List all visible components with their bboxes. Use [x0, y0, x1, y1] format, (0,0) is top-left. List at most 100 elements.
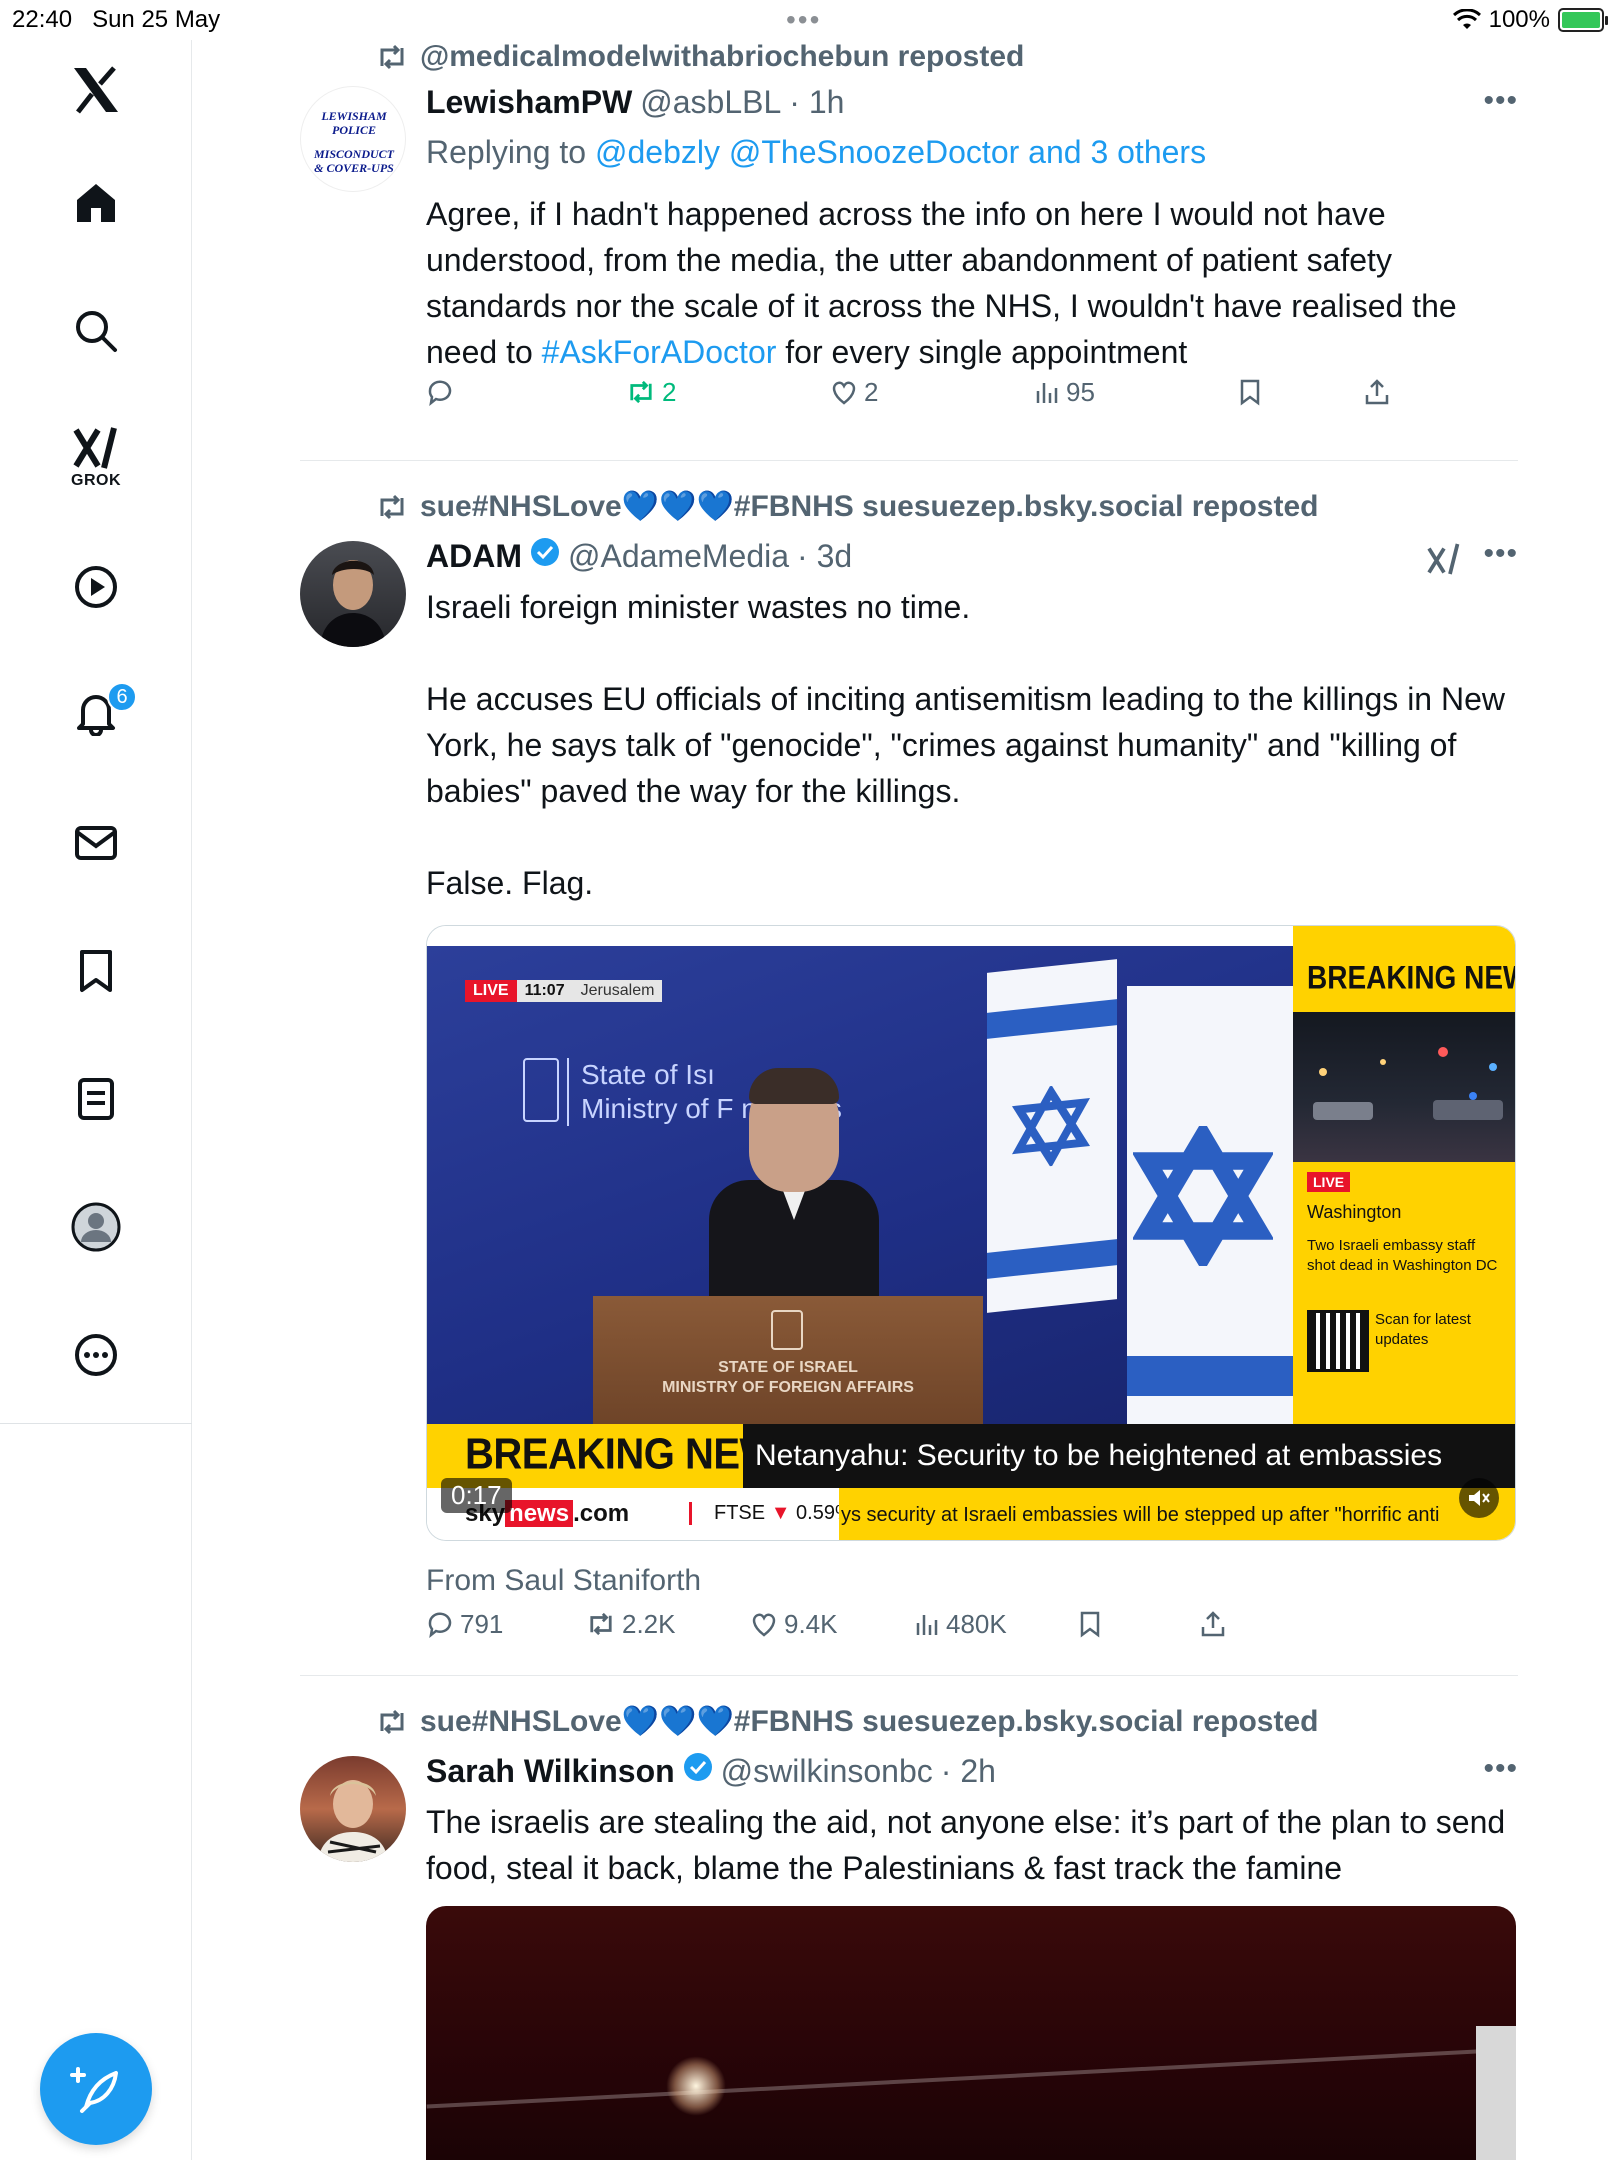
x-logo-icon[interactable]	[70, 64, 122, 116]
tweet-time: · 2h	[940, 1753, 996, 1789]
view-count: 95	[1066, 376, 1095, 407]
reply-button[interactable]	[426, 378, 460, 406]
repost-button[interactable]: 2.2K	[586, 1609, 676, 1640]
compose-button[interactable]	[40, 2033, 152, 2145]
tweet-image[interactable]	[426, 1906, 1516, 2160]
video-source-attribution[interactable]: From Saul Staniforth	[426, 1564, 701, 1598]
live-time: 11:07	[516, 980, 573, 1002]
tweet[interactable]: @medicalmodelwithabriochebun reposted LE…	[300, 40, 1518, 461]
status-time: 22:40 Sun 25 May	[12, 6, 221, 33]
home-icon[interactable]	[73, 180, 119, 226]
video-icon[interactable]	[73, 564, 119, 610]
notification-badge: 6	[107, 682, 137, 712]
views-button[interactable]: 95	[1034, 377, 1095, 408]
heart-icon	[752, 1613, 776, 1637]
share-icon	[1365, 379, 1389, 405]
avatar[interactable]: LEWISHAM POLICE MISCONDUCT & COVER-UPS	[300, 86, 406, 192]
ministry-emblem	[523, 1058, 559, 1122]
tweet[interactable]: sue#NHSLove💙💙💙#FBNHS suesuezep.bsky.soci…	[300, 1676, 1518, 2160]
like-button[interactable]: 2	[830, 377, 878, 408]
lists-icon[interactable]	[73, 1076, 119, 1122]
search-icon[interactable]	[73, 308, 119, 354]
like-button[interactable]: 9.4K	[750, 1609, 838, 1640]
side-thumbnail	[1293, 1012, 1515, 1162]
author-name[interactable]: Sarah Wilkinson	[426, 1753, 675, 1790]
avatar-text-3: MISCONDUCT	[313, 147, 395, 161]
side-live-label: LIVE	[1307, 1172, 1351, 1192]
repost-indicator: @medicalmodelwithabriochebun reposted	[376, 40, 1024, 74]
repost-count: 2	[662, 376, 677, 407]
bookmark-button[interactable]	[1078, 1610, 1102, 1638]
image-light	[666, 2056, 726, 2116]
avatar-text-1: LEWISHAM	[320, 109, 387, 123]
podium-line-2: MINISTRY OF FOREIGN AFFAIRS	[662, 1379, 914, 1396]
author-name[interactable]: LewishamPW	[426, 84, 632, 121]
avatar-text-2: POLICE	[332, 123, 376, 137]
share-button[interactable]	[1364, 378, 1390, 406]
tweet-header: Sarah Wilkinson @swilkinsonbc · 2h	[426, 1752, 996, 1790]
speaker-hair	[749, 1068, 839, 1104]
qr-caption: Scan for latest updates	[1375, 1311, 1471, 1348]
more-options-icon[interactable]: •••	[1483, 84, 1518, 118]
repost-label: sue#NHSLove💙💙💙#FBNHS suesuezep.bsky.soci…	[420, 1705, 1319, 1738]
mute-button[interactable]	[1459, 1478, 1499, 1518]
avatar[interactable]	[300, 1756, 406, 1862]
avatar[interactable]	[300, 541, 406, 647]
repost-button[interactable]: 2	[626, 377, 676, 408]
profile-avatar[interactable]	[71, 1202, 121, 1252]
breaking-news-panel: BREAKING NEWS LIVE Washington Two Israel…	[1293, 926, 1515, 1424]
grok-explain-icon[interactable]	[1426, 541, 1462, 577]
image-wall	[1476, 2026, 1516, 2160]
tweet-text: Agree, if I hadn't happened across the i…	[426, 191, 1516, 375]
tweet[interactable]: sue#NHSLove💙💙💙#FBNHS suesuezep.bsky.soci…	[300, 461, 1518, 1676]
bookmarks-icon[interactable]	[73, 948, 119, 994]
tweet-time: · 1h	[789, 84, 845, 120]
views-button[interactable]: 480K	[914, 1609, 1007, 1640]
tweet-text: The israelis are stealing the aid, not a…	[426, 1804, 1515, 1886]
repost-icon	[630, 380, 652, 404]
views-icon	[1036, 383, 1058, 403]
breaking-news-banner: BREAKING NEWS Netanyahu: Security to be …	[427, 1424, 1515, 1488]
tweet-text-part: for every single appointment	[776, 334, 1188, 370]
like-count: 2	[864, 376, 879, 407]
share-button[interactable]	[1200, 1610, 1226, 1638]
video-top-strip	[427, 926, 1293, 946]
grok-icon[interactable]: GROK	[71, 426, 121, 490]
sidebar-divider	[0, 1423, 192, 1424]
author-handle[interactable]: @swilkinsonbc	[721, 1753, 933, 1790]
timeline-feed: @medicalmodelwithabriochebun reposted LE…	[300, 40, 1518, 2160]
verified-badge-icon	[683, 1753, 712, 1781]
messages-icon[interactable]	[73, 820, 119, 866]
hashtag-link[interactable]: #AskForADoctor	[542, 334, 777, 370]
repost-icon	[590, 1612, 612, 1636]
repost-icon	[380, 1709, 404, 1734]
video-player[interactable]: State of Isı Ministry of F n Affairs STA…	[426, 925, 1516, 1541]
author-handle[interactable]: @AdameMedia	[568, 538, 789, 575]
view-count: 480K	[946, 1608, 1007, 1639]
author-handle[interactable]: @asbLBL	[640, 84, 781, 121]
more-options-icon[interactable]: •••	[1483, 537, 1518, 571]
multitask-dots-icon[interactable]: •••	[786, 4, 821, 36]
image-structure	[426, 2047, 1516, 2109]
grok-label: GROK	[71, 472, 121, 489]
author-name[interactable]: ADAM	[426, 538, 522, 575]
news-ticker: sky news .com FTSE ▼ 0.59% ys security at …	[427, 1488, 1515, 1540]
more-icon[interactable]	[73, 1332, 119, 1378]
podium-line-1: STATE OF ISRAEL	[718, 1359, 858, 1376]
repost-icon	[380, 494, 404, 519]
live-place: Jerusalem	[572, 980, 663, 1002]
podium-text: STATE OF ISRAEL MINISTRY OF FOREIGN AFFA…	[593, 1358, 983, 1398]
reply-button[interactable]: 791	[426, 1609, 503, 1640]
repost-label: @medicalmodelwithabriochebun reposted	[420, 40, 1025, 73]
more-options-icon[interactable]: •••	[1483, 1752, 1518, 1786]
repost-icon	[380, 44, 404, 70]
side-title: BREAKING NEWS	[1307, 959, 1515, 996]
bookmark-button[interactable]	[1238, 378, 1262, 406]
side-description: Two Israeli embassy staff shot dead in W…	[1307, 1237, 1498, 1274]
views-icon	[916, 1615, 938, 1635]
notifications-icon[interactable]: 6	[73, 682, 137, 736]
video-frame: State of Isı Ministry of F n Affairs STA…	[427, 946, 1293, 1424]
repost-indicator: sue#NHSLove💙💙💙#FBNHS suesuezep.bsky.soci…	[376, 1704, 1318, 1739]
reply-mentions[interactable]: @debzly @TheSnoozeDoctor and 3 others	[595, 134, 1206, 170]
heart-icon	[832, 381, 856, 405]
